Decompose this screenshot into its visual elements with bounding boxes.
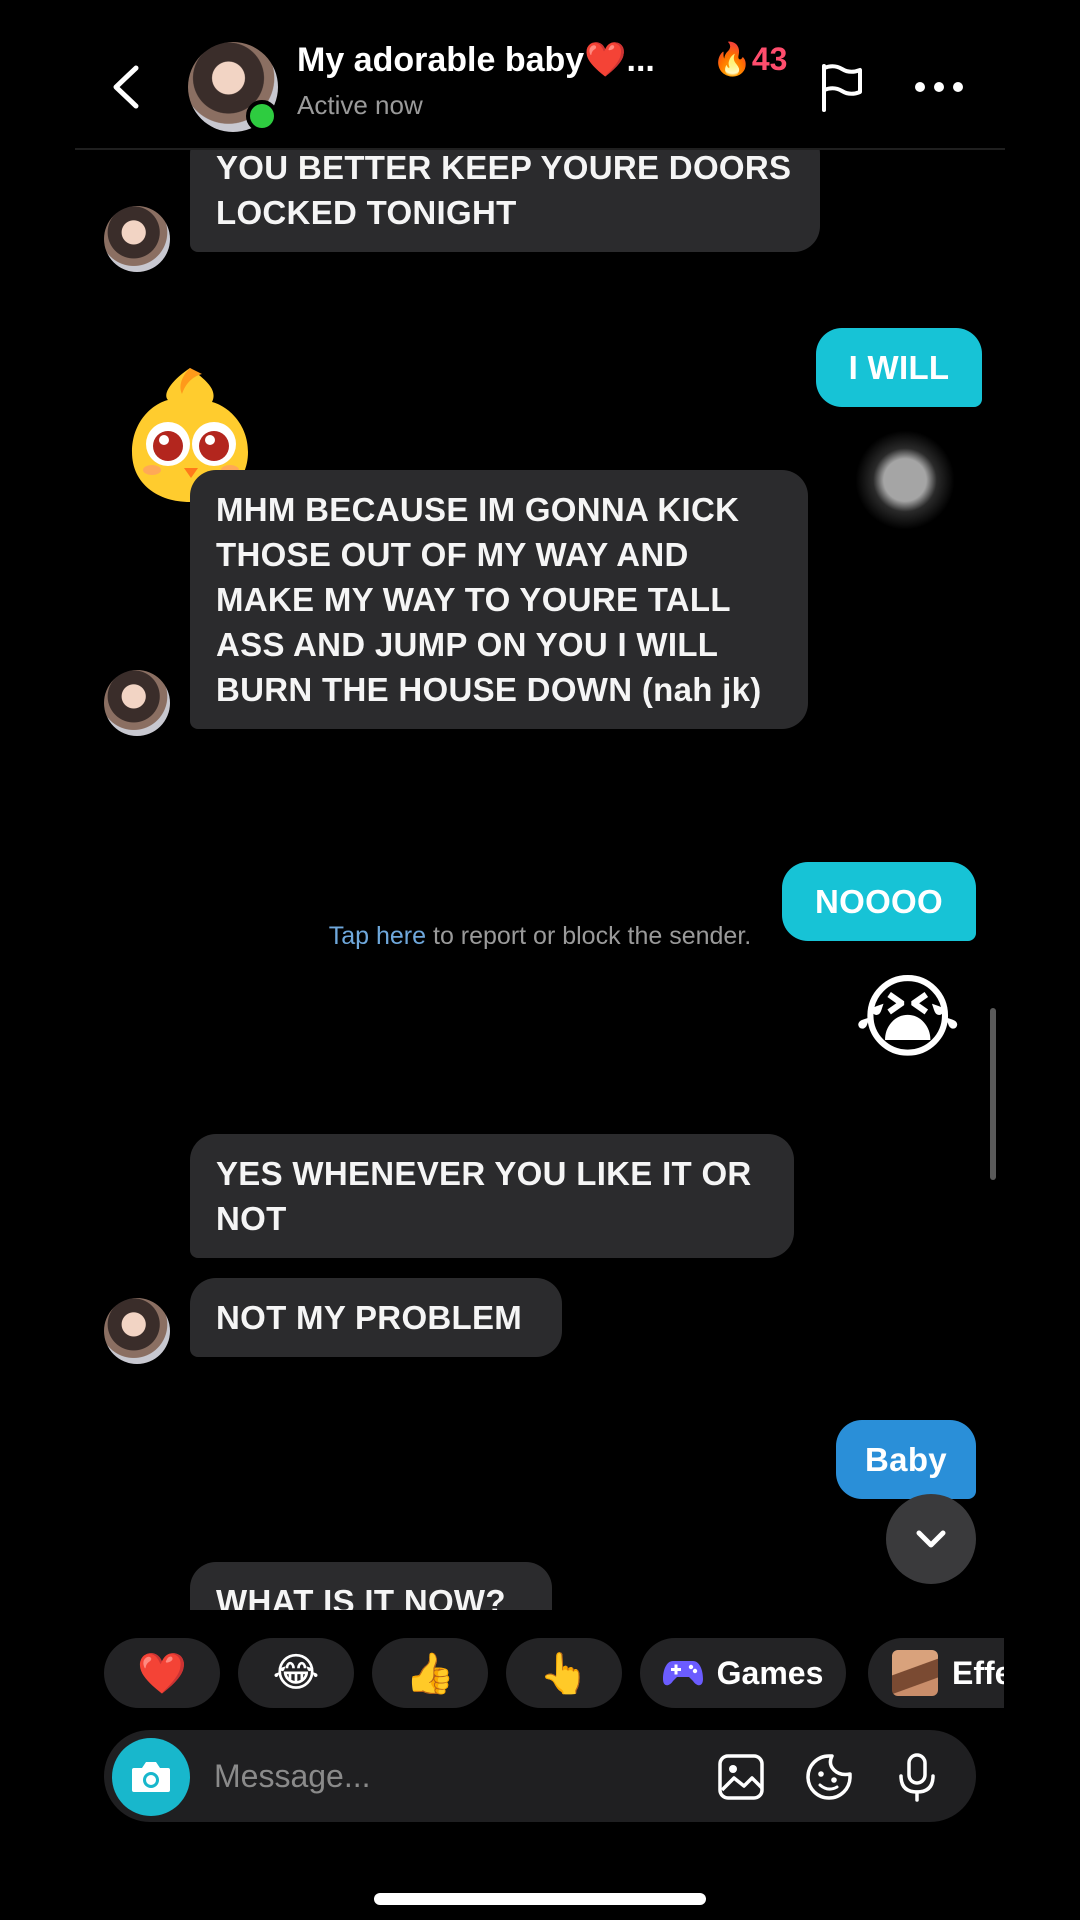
sent-emoji-message[interactable]: 😭 <box>854 968 962 1068</box>
received-message[interactable]: WHAT IS IT NOW? <box>190 1562 552 1610</box>
received-message[interactable]: YOU BETTER KEEP YOURE DOORS LOCKED TONIG… <box>190 150 820 252</box>
reaction-thumbs-up[interactable]: 👍 <box>372 1638 488 1708</box>
scroll-to-bottom-button[interactable] <box>886 1494 976 1584</box>
home-indicator[interactable] <box>374 1893 706 1905</box>
report-link[interactable]: Tap here <box>329 922 426 950</box>
sent-message[interactable]: Baby <box>836 1420 976 1499</box>
streak-badge: 🔥43 <box>712 41 788 77</box>
sent-message[interactable]: I WILL <box>816 328 982 407</box>
contact-name[interactable]: My adorable baby❤️... <box>297 40 655 80</box>
sender-avatar[interactable] <box>104 670 170 736</box>
received-message[interactable]: MHM BECAUSE IM GONNA KICK THOSE OUT OF M… <box>190 470 808 729</box>
online-indicator <box>246 100 278 132</box>
received-message[interactable]: NOT MY PROBLEM <box>190 1278 562 1357</box>
sender-avatar[interactable] <box>104 1298 170 1364</box>
effects-thumbnail <box>892 1650 938 1696</box>
received-message[interactable]: YES WHENEVER YOU LIKE IT OR NOT <box>190 1134 794 1258</box>
back-arrow-icon[interactable] <box>108 62 144 112</box>
camera-button[interactable] <box>112 1738 190 1816</box>
reaction-laugh[interactable]: 😂 <box>238 1638 354 1708</box>
sender-avatar[interactable] <box>104 206 170 272</box>
effects-label: Effe <box>952 1654 1004 1691</box>
flag-icon[interactable] <box>818 62 866 112</box>
games-label: Games <box>716 1654 824 1691</box>
message-input[interactable] <box>214 1752 594 1800</box>
report-text: to report or block the sender. <box>426 922 752 950</box>
scrollbar[interactable] <box>990 1008 996 1180</box>
sent-message[interactable]: NOOOO <box>782 862 976 941</box>
message-composer <box>104 1730 976 1822</box>
chat-header: My adorable baby❤️... 🔥43 Active now <box>0 0 1080 150</box>
reaction-point-up[interactable]: 👆 <box>506 1638 622 1708</box>
touch-indicator <box>855 430 955 530</box>
sticker-icon[interactable] <box>804 1752 854 1802</box>
effects-button[interactable]: Effe <box>868 1638 1004 1708</box>
message-list[interactable]: YOU BETTER KEEP YOURE DOORS LOCKED TONIG… <box>0 150 1080 1610</box>
games-controller-icon <box>662 1661 703 1686</box>
reaction-heart[interactable]: ❤️ <box>104 1638 220 1708</box>
more-icon[interactable] <box>912 72 966 102</box>
games-button[interactable]: Games <box>640 1638 846 1708</box>
quick-reactions-bar: ❤️ 😂 👍 👆 Games Effe <box>104 1638 1004 1708</box>
gallery-icon[interactable] <box>716 1752 766 1802</box>
camera-icon <box>132 1762 170 1792</box>
microphone-icon[interactable] <box>892 1752 942 1802</box>
active-status: Active now <box>297 90 423 120</box>
chevron-down-icon <box>916 1530 946 1548</box>
